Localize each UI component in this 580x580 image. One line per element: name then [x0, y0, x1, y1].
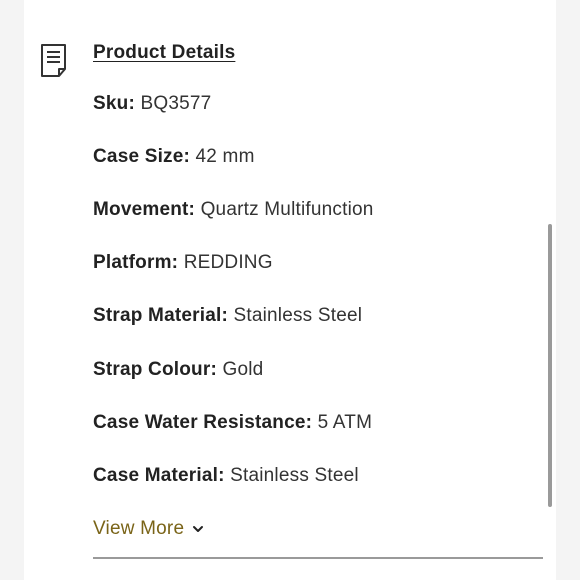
section-title[interactable]: Product Details	[93, 42, 235, 64]
detail-row-platform: Platform: REDDING	[93, 252, 273, 274]
detail-label: Strap Colour:	[93, 359, 217, 380]
detail-label: Case Size:	[93, 146, 191, 167]
detail-row-movement: Movement: Quartz Multifunction	[93, 199, 374, 221]
detail-row-sku: Sku: BQ3577	[93, 93, 211, 115]
detail-row-strap-material: Strap Material: Stainless Steel	[93, 305, 362, 327]
detail-value: REDDING	[183, 252, 273, 273]
scrollbar[interactable]	[548, 224, 552, 507]
detail-row-strap-colour: Strap Colour: Gold	[93, 359, 263, 381]
detail-value: 5 ATM	[317, 412, 373, 433]
detail-value: BQ3577	[140, 93, 212, 114]
detail-label: Case Water Resistance:	[93, 412, 313, 433]
product-details-panel	[24, 0, 556, 580]
detail-label: Movement:	[93, 199, 196, 220]
view-more-label: View More	[93, 518, 185, 539]
document-icon	[41, 44, 66, 77]
detail-value: 42 mm	[195, 146, 255, 167]
detail-row-case-material: Case Material: Stainless Steel	[93, 465, 359, 487]
detail-value: Quartz Multifunction	[200, 199, 374, 220]
detail-value: Stainless Steel	[233, 305, 363, 326]
chevron-down-icon	[193, 525, 204, 532]
detail-value: Stainless Steel	[230, 465, 359, 486]
detail-label: Strap Material:	[93, 305, 228, 326]
detail-row-case-size: Case Size: 42 mm	[93, 146, 255, 168]
detail-label: Case Material:	[93, 465, 225, 486]
detail-label: Sku:	[93, 93, 135, 114]
detail-row-water-resistance: Case Water Resistance: 5 ATM	[93, 412, 372, 434]
section-divider	[93, 557, 543, 559]
view-more-button[interactable]: View More	[93, 518, 204, 540]
detail-label: Platform:	[93, 252, 179, 273]
detail-value: Gold	[222, 359, 264, 380]
